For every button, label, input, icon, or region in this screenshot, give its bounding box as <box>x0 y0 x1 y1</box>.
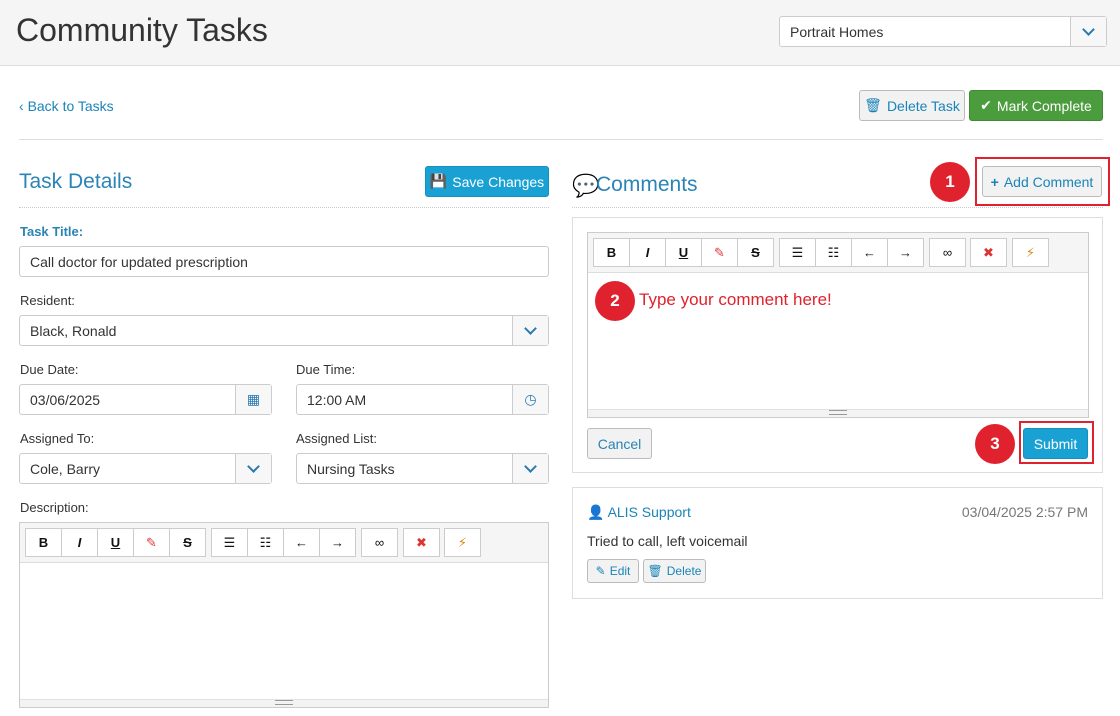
pencil-icon: ✎ <box>595 564 606 578</box>
cancel-button[interactable]: Cancel <box>587 428 652 459</box>
mark-complete-label: Mark Complete <box>996 97 1092 114</box>
trash-icon: 🗑 <box>647 564 663 578</box>
resident-select[interactable]: Black, Ronald <box>19 315 549 346</box>
link-icon[interactable]: ∞ <box>929 238 966 267</box>
numbered-list-icon[interactable]: ☷ <box>247 528 284 557</box>
remove-icon[interactable]: ✖ <box>970 238 1007 267</box>
description-editor[interactable]: B I U ✎ S ☰ ☷ ← → ∞ ✖ ⚡ <box>19 522 549 708</box>
editor-toolbar: B I U ✎ S ☰ ☷ ← → ∞ ✖ ⚡ <box>20 523 548 563</box>
edit-label: Edit <box>609 564 631 578</box>
user-icon: 👤 <box>587 504 605 520</box>
bullet-list-icon[interactable]: ☰ <box>779 238 816 267</box>
chevron-down-icon[interactable] <box>512 454 548 483</box>
italic-button[interactable]: I <box>629 238 666 267</box>
resident-label: Resident: <box>20 293 75 308</box>
eraser-icon[interactable]: ✎ <box>701 238 738 267</box>
outdent-icon[interactable]: ← <box>851 238 888 267</box>
eraser-icon[interactable]: ✎ <box>133 528 170 557</box>
mark-complete-button[interactable]: ✔ Mark Complete <box>969 90 1103 121</box>
page-title: Community Tasks <box>16 12 268 48</box>
divider <box>572 207 1103 208</box>
strikethrough-button[interactable]: S <box>737 238 774 267</box>
edit-comment-button[interactable]: ✎ Edit <box>587 559 639 583</box>
task-title-label: Task Title: <box>20 224 84 239</box>
back-link-label: Back to Tasks <box>27 98 114 114</box>
resize-handle[interactable] <box>20 699 548 707</box>
description-label: Description: <box>20 500 89 515</box>
numbered-list-icon[interactable]: ☷ <box>815 238 852 267</box>
chevron-left-icon: ‹ <box>19 98 28 114</box>
comment-item: 👤 ALIS Support 03/04/2025 2:57 PM Tried … <box>572 487 1103 599</box>
task-details-heading: Task Details <box>19 170 133 193</box>
due-time-input[interactable]: 12:00 AM ◷ <box>296 384 549 415</box>
due-date-value: 03/06/2025 <box>30 392 101 408</box>
community-select-value: Portrait Homes <box>790 24 884 40</box>
comment-author-name: ALIS Support <box>607 504 691 520</box>
comment-author[interactable]: 👤 ALIS Support <box>587 504 691 521</box>
due-time-value: 12:00 AM <box>307 392 367 408</box>
check-icon: ✔ <box>980 97 992 113</box>
due-date-input[interactable]: 03/06/2025 ▦ <box>19 384 272 415</box>
comment-timestamp: 03/04/2025 2:57 PM <box>961 504 1088 520</box>
save-changes-button[interactable]: 💾 Save Changes <box>425 166 549 197</box>
magic-wand-icon[interactable]: ⚡ <box>1012 238 1049 267</box>
bullet-list-icon[interactable]: ☰ <box>211 528 248 557</box>
chevron-down-icon[interactable] <box>512 316 548 345</box>
assigned-to-label: Assigned To: <box>20 431 95 446</box>
editor-toolbar: B I U ✎ S ☰ ☷ ← → ∞ ✖ ⚡ <box>588 233 1088 273</box>
trash-icon: 🗑 <box>864 97 882 113</box>
assigned-list-label: Assigned List: <box>296 431 377 446</box>
assigned-to-value: Cole, Barry <box>30 461 101 477</box>
task-title-value: Call doctor for updated prescription <box>30 254 248 270</box>
app-header: Community Tasks Portrait Homes <box>0 0 1120 66</box>
calendar-icon[interactable]: ▦ <box>235 385 271 414</box>
highlight-box <box>1019 421 1094 464</box>
delete-label: Delete <box>666 564 702 578</box>
back-to-tasks-link[interactable]: ‹ Back to Tasks <box>19 98 114 114</box>
remove-icon[interactable]: ✖ <box>403 528 440 557</box>
bold-button[interactable]: B <box>593 238 630 267</box>
save-changes-label: Save Changes <box>452 173 545 190</box>
indent-icon[interactable]: → <box>887 238 924 267</box>
assigned-list-select[interactable]: Nursing Tasks <box>296 453 549 484</box>
comment-text: Tried to call, left voicemail <box>587 533 748 549</box>
italic-button[interactable]: I <box>61 528 98 557</box>
divider <box>19 139 1103 140</box>
callout-badge: 2 <box>595 281 635 321</box>
comments-heading: Comments <box>596 173 698 196</box>
due-time-label: Due Time: <box>296 362 356 377</box>
highlight-box <box>975 157 1110 206</box>
bold-button[interactable]: B <box>25 528 62 557</box>
comment-placeholder: Type your comment here! <box>639 290 832 309</box>
link-icon[interactable]: ∞ <box>361 528 398 557</box>
comment-editor[interactable]: B I U ✎ S ☰ ☷ ← → ∞ ✖ ⚡ 2 Type your comm… <box>587 232 1089 418</box>
indent-icon[interactable]: → <box>319 528 356 557</box>
resident-value: Black, Ronald <box>30 323 117 339</box>
community-select[interactable]: Portrait Homes <box>779 16 1107 47</box>
save-icon: 💾 <box>429 173 448 189</box>
delete-task-label: Delete Task <box>886 97 960 114</box>
assigned-to-select[interactable]: Cole, Barry <box>19 453 272 484</box>
divider <box>19 207 549 208</box>
underline-button[interactable]: U <box>665 238 702 267</box>
due-date-label: Due Date: <box>20 362 79 377</box>
callout-badge: 3 <box>975 424 1015 464</box>
chevron-down-icon[interactable] <box>1070 17 1106 46</box>
task-title-input[interactable]: Call doctor for updated prescription <box>19 246 549 277</box>
strikethrough-button[interactable]: S <box>169 528 206 557</box>
outdent-icon[interactable]: ← <box>283 528 320 557</box>
chevron-down-icon[interactable] <box>235 454 271 483</box>
clock-icon[interactable]: ◷ <box>512 385 548 414</box>
callout-badge: 1 <box>930 162 970 202</box>
resize-handle[interactable] <box>588 409 1088 417</box>
delete-comment-button[interactable]: 🗑 Delete <box>643 559 706 583</box>
delete-task-button[interactable]: 🗑 Delete Task <box>859 90 965 121</box>
assigned-list-value: Nursing Tasks <box>307 461 395 477</box>
magic-wand-icon[interactable]: ⚡ <box>444 528 481 557</box>
underline-button[interactable]: U <box>97 528 134 557</box>
